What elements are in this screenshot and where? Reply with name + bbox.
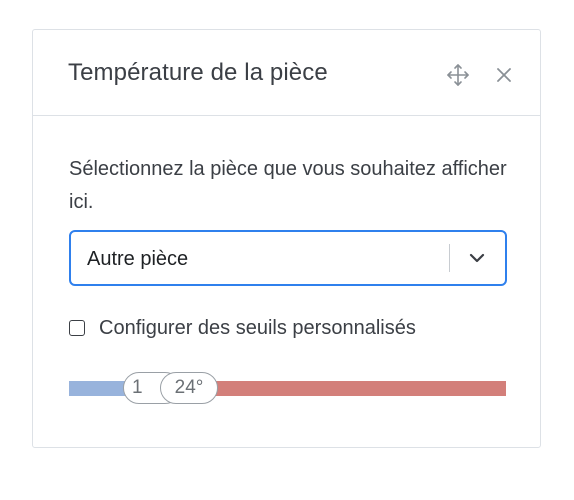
room-select-description: Sélectionnez la pièce que vous souhaitez… bbox=[69, 158, 507, 213]
temperature-range-slider[interactable]: 1 24° bbox=[69, 372, 506, 404]
custom-thresholds-checkbox[interactable] bbox=[69, 320, 85, 336]
widget-header: Température de la pièce bbox=[33, 30, 540, 116]
slider-handle-high[interactable]: 24° bbox=[160, 372, 218, 404]
close-icon[interactable] bbox=[495, 66, 513, 84]
custom-thresholds-row: Configurer des seuils personnalisés bbox=[69, 314, 416, 342]
room-select[interactable]: Autre pièce bbox=[69, 230, 507, 286]
temperature-widget: Température de la pièce Sélectionnez la … bbox=[32, 29, 541, 448]
select-separator bbox=[449, 244, 450, 272]
chevron-down-icon[interactable] bbox=[468, 249, 486, 267]
room-select-value: Autre pièce bbox=[87, 248, 189, 270]
move-arrows-icon[interactable] bbox=[446, 63, 470, 87]
widget-title: Température de la pièce bbox=[68, 59, 328, 86]
slider-track-hot bbox=[189, 381, 506, 396]
custom-thresholds-label[interactable]: Configurer des seuils personnalisés bbox=[99, 317, 416, 340]
